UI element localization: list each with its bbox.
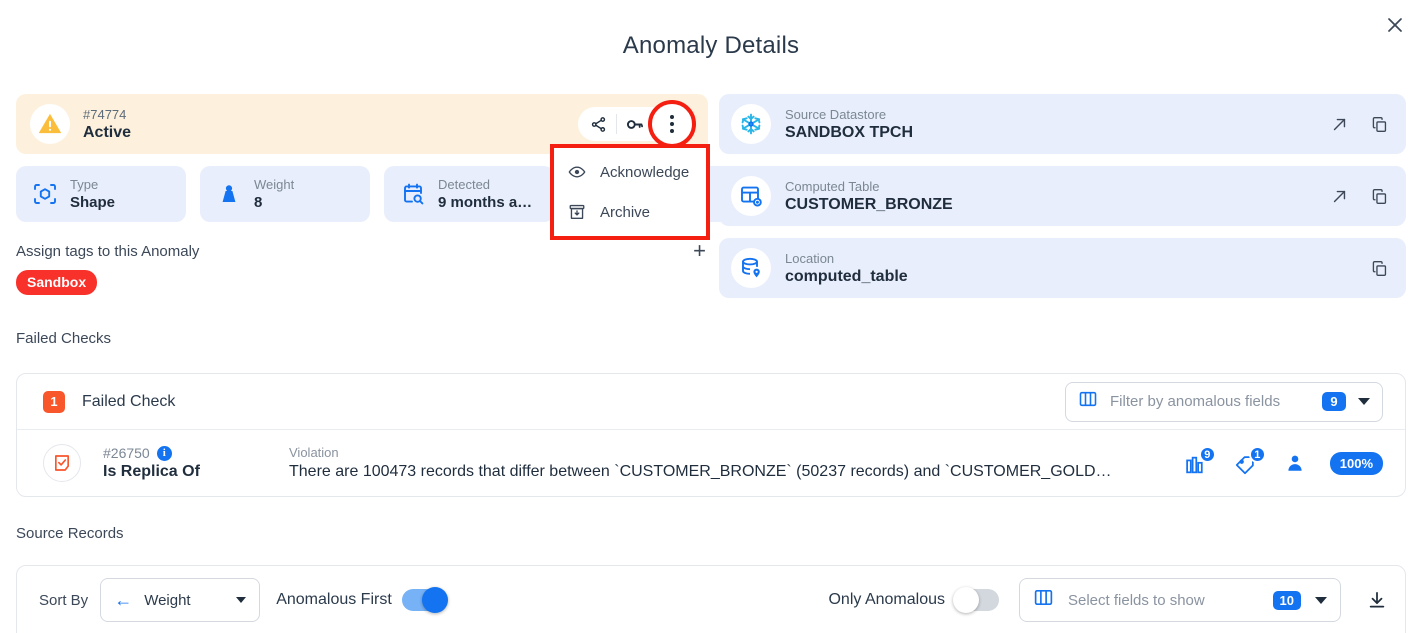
key-icon[interactable] bbox=[616, 107, 652, 141]
menu-item-archive[interactable]: Archive bbox=[554, 192, 706, 232]
source-records-panel: Sort By ← Weight Anomalous First Only An… bbox=[16, 565, 1406, 633]
failed-checks-header: 1 Failed Check Filter by anomalous field… bbox=[17, 374, 1405, 430]
anomalous-first-label: Anomalous First bbox=[276, 591, 392, 608]
sort-by-label: Sort By bbox=[39, 591, 89, 609]
copy-icon[interactable] bbox=[1370, 259, 1388, 277]
check-id: #26750 bbox=[103, 445, 150, 461]
failed-checks-panel: 1 Failed Check Filter by anomalous field… bbox=[16, 373, 1406, 497]
row-icons: 9 1 100% bbox=[1184, 446, 1383, 476]
toggle-knob bbox=[421, 587, 448, 613]
source-records-toolbar: Sort By ← Weight Anomalous First Only An… bbox=[17, 566, 1405, 633]
percent-badge: 100% bbox=[1329, 451, 1383, 475]
filter-count-badge: 9 bbox=[1322, 392, 1346, 411]
menu-item-label: Acknowledge bbox=[600, 163, 690, 181]
tag-chip[interactable]: Sandbox bbox=[16, 270, 98, 295]
table-row[interactable]: #26750 i Is Replica Of Violation There a… bbox=[17, 430, 1405, 496]
kebab-menu-icon[interactable] bbox=[648, 100, 696, 148]
chevron-down-icon[interactable] bbox=[1358, 398, 1370, 405]
only-anomalous-toggle[interactable] bbox=[953, 587, 999, 613]
warning-triangle-icon bbox=[30, 104, 70, 144]
metric-card-detected: Detected 9 months a… bbox=[384, 166, 554, 222]
metric-value: 9 months a… bbox=[438, 193, 533, 211]
check-name: Is Replica Of bbox=[103, 463, 200, 480]
info-card-label: Location bbox=[785, 250, 835, 266]
filter-anomalous-fields-input[interactable]: Filter by anomalous fields 9 bbox=[1065, 381, 1383, 422]
external-link-icon[interactable] bbox=[1330, 115, 1348, 133]
toggle-knob bbox=[953, 587, 979, 613]
copy-icon[interactable] bbox=[1370, 115, 1388, 133]
metric-card-type: Type Shape bbox=[16, 166, 186, 222]
select-fields-input[interactable]: Select fields to show 10 bbox=[1019, 578, 1341, 622]
check-identity: #26750 i Is Replica Of bbox=[103, 445, 283, 481]
violation-text: There are 100473 records that differ bet… bbox=[289, 462, 1112, 480]
failed-check-label: Failed Check bbox=[82, 392, 176, 410]
columns-icon bbox=[1033, 587, 1054, 613]
left-column: #74774 Active Type Shape Weight 8 Detect… bbox=[16, 94, 738, 295]
shape-scan-icon bbox=[30, 179, 60, 209]
eye-icon bbox=[568, 163, 586, 181]
tag-icon[interactable]: 1 bbox=[1234, 446, 1266, 476]
calendar-search-icon bbox=[398, 179, 428, 209]
info-card-value: CUSTOMER_BRONZE bbox=[785, 195, 953, 213]
only-anomalous-label: Only Anomalous bbox=[828, 591, 945, 608]
menu-item-label: Archive bbox=[600, 203, 651, 221]
violation-label: Violation bbox=[289, 444, 339, 460]
external-link-icon[interactable] bbox=[1330, 187, 1348, 205]
arrow-left-icon[interactable]: ← bbox=[114, 591, 132, 609]
person-icon[interactable] bbox=[1284, 452, 1306, 474]
close-icon[interactable] bbox=[1382, 12, 1408, 38]
download-icon[interactable] bbox=[1367, 590, 1387, 610]
info-card-label: Computed Table bbox=[785, 178, 880, 194]
tags-badge-count: 1 bbox=[1248, 446, 1266, 463]
assign-tags-label: Assign tags to this Anomaly bbox=[16, 242, 200, 260]
computed-table-icon bbox=[731, 176, 771, 216]
info-card-location: Location computed_table bbox=[719, 238, 1406, 298]
fields-bars-icon[interactable]: 9 bbox=[1184, 446, 1216, 476]
info-card-value: SANDBOX TPCH bbox=[785, 123, 914, 141]
weight-icon bbox=[214, 179, 244, 209]
status-badge: Active bbox=[83, 123, 132, 141]
add-tag-button[interactable]: + bbox=[693, 240, 706, 262]
select-fields-placeholder: Select fields to show bbox=[1068, 591, 1205, 609]
metric-label: Detected bbox=[438, 176, 491, 192]
metric-value: 8 bbox=[254, 193, 263, 211]
anomaly-details-modal: Anomaly Details #74774 Active Type Shape… bbox=[0, 0, 1422, 633]
metric-label: Weight bbox=[254, 176, 295, 192]
info-icon[interactable]: i bbox=[156, 445, 172, 461]
share-icon[interactable] bbox=[580, 107, 616, 141]
anomalous-first-toggle[interactable] bbox=[401, 587, 448, 613]
metric-value: Shape bbox=[70, 193, 116, 211]
columns-icon bbox=[1078, 389, 1098, 414]
snowflake-icon bbox=[731, 104, 771, 144]
filter-placeholder: Filter by anomalous fields bbox=[1110, 393, 1281, 410]
copy-icon[interactable] bbox=[1370, 187, 1388, 205]
info-card-value: computed_table bbox=[785, 267, 908, 285]
failed-check-count: 1 bbox=[43, 390, 65, 413]
info-card-source-datastore: Source Datastore SANDBOX TPCH bbox=[719, 94, 1406, 154]
source-records-section-title: Source Records bbox=[16, 525, 124, 542]
fields-badge-count: 9 bbox=[1198, 446, 1216, 463]
metric-card-weight: Weight 8 bbox=[200, 166, 370, 222]
sort-by-select[interactable]: ← Weight bbox=[100, 578, 261, 622]
info-card-label: Source Datastore bbox=[785, 106, 887, 122]
database-location-icon bbox=[731, 248, 771, 288]
right-column: Source Datastore SANDBOX TPCH Computed T… bbox=[719, 94, 1406, 310]
page-title: Anomaly Details bbox=[622, 32, 800, 59]
metric-label: Type bbox=[70, 176, 99, 192]
check-document-icon bbox=[43, 444, 81, 482]
info-card-computed-table: Computed Table CUSTOMER_BRONZE bbox=[719, 166, 1406, 226]
kebab-dots bbox=[670, 115, 674, 133]
failed-checks-section-title: Failed Checks bbox=[16, 330, 112, 347]
status-text: #74774 Active bbox=[83, 106, 131, 143]
tags-row: Assign tags to this Anomaly + bbox=[16, 240, 708, 262]
chevron-down-icon[interactable] bbox=[1315, 596, 1327, 604]
violation-cell: Violation There are 100473 records that … bbox=[289, 444, 1168, 483]
select-fields-count-badge: 10 bbox=[1272, 590, 1301, 610]
archive-icon bbox=[568, 203, 586, 221]
context-menu: Acknowledge Archive bbox=[550, 144, 710, 240]
sort-by-value: Weight bbox=[144, 591, 191, 609]
chevron-down-icon[interactable] bbox=[236, 597, 247, 603]
anomaly-id: #74774 bbox=[83, 106, 127, 122]
menu-item-acknowledge[interactable]: Acknowledge bbox=[554, 152, 706, 192]
